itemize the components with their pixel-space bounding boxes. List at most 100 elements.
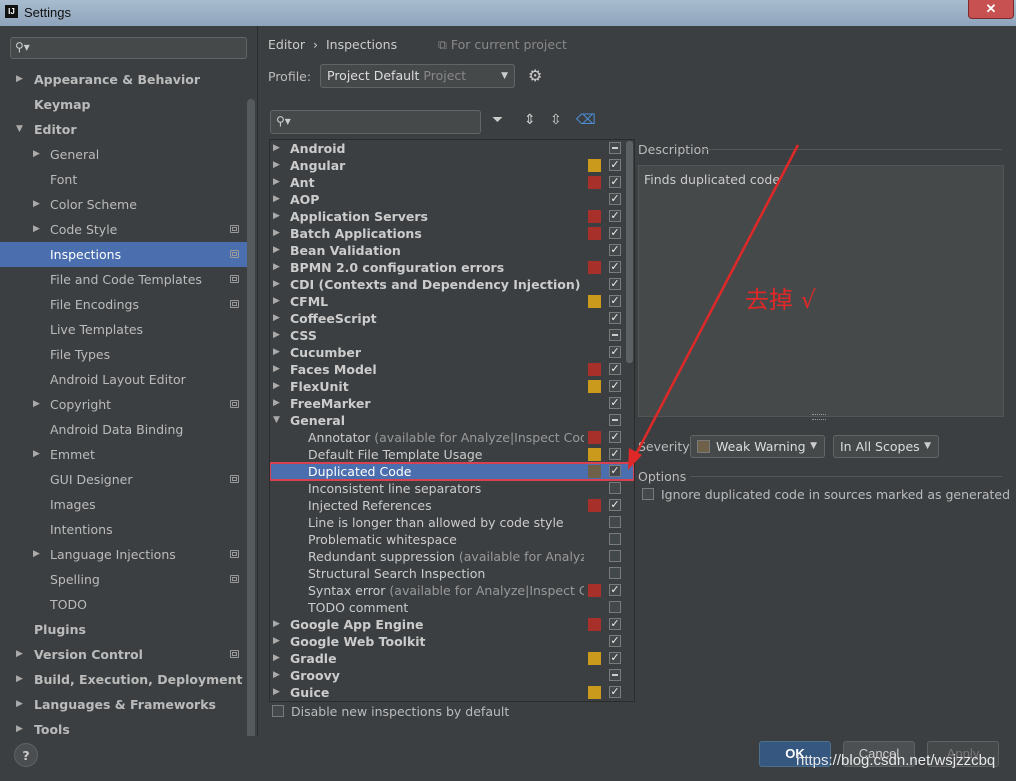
collapsed-arrow-icon[interactable]: ▶: [273, 191, 280, 208]
collapsed-arrow-icon[interactable]: ▶: [33, 392, 40, 417]
inspection-enabled-checkbox[interactable]: ✓: [609, 618, 621, 630]
sidebar-item-live-templates[interactable]: Live Templates: [0, 317, 248, 342]
inspection-row[interactable]: TODO comment: [270, 599, 634, 616]
inspection-group-row[interactable]: ▶ FreeMarker ✓: [270, 395, 634, 412]
inspection-row[interactable]: Annotator (available for Analyze|Inspect…: [270, 429, 634, 446]
inspection-enabled-checkbox[interactable]: ✓: [609, 227, 621, 239]
inspection-group-row[interactable]: ▶ AOP ✓: [270, 191, 634, 208]
inspection-group-row[interactable]: ▶ CDI (Contexts and Dependency Injection)…: [270, 276, 634, 293]
inspection-enabled-checkbox[interactable]: ✓: [609, 380, 621, 392]
collapsed-arrow-icon[interactable]: ▶: [273, 157, 280, 174]
sidebar-item-emmet[interactable]: ▶ Emmet: [0, 442, 248, 467]
collapsed-arrow-icon[interactable]: ▶: [273, 327, 280, 344]
collapsed-arrow-icon[interactable]: ▶: [16, 692, 23, 717]
inspection-row[interactable]: Inconsistent line separators: [270, 480, 634, 497]
inspection-enabled-checkbox[interactable]: [609, 414, 621, 426]
sidebar-item-font[interactable]: Font: [0, 167, 248, 192]
inspection-group-row[interactable]: ▶ Ant ✓: [270, 174, 634, 191]
collapsed-arrow-icon[interactable]: ▶: [273, 395, 280, 412]
inspection-enabled-checkbox[interactable]: [609, 482, 621, 494]
inspection-enabled-checkbox[interactable]: ✓: [609, 363, 621, 375]
sidebar-item-android-data-binding[interactable]: Android Data Binding: [0, 417, 248, 442]
sidebar-item-android-layout-editor[interactable]: Android Layout Editor: [0, 367, 248, 392]
collapsed-arrow-icon[interactable]: ▶: [33, 192, 40, 217]
inspection-enabled-checkbox[interactable]: ✓: [609, 499, 621, 511]
inspection-enabled-checkbox[interactable]: ✓: [609, 159, 621, 171]
panel-divider[interactable]: [257, 26, 258, 736]
sidebar-item-editor[interactable]: ▼ Editor: [0, 117, 248, 142]
inspection-enabled-checkbox[interactable]: [609, 550, 621, 562]
collapse-all-icon[interactable]: ⇳: [550, 112, 562, 128]
inspection-group-row[interactable]: ▶ Gradle ✓: [270, 650, 634, 667]
inspection-enabled-checkbox[interactable]: ✓: [609, 652, 621, 664]
collapsed-arrow-icon[interactable]: ▶: [273, 225, 280, 242]
collapsed-arrow-icon[interactable]: ▶: [273, 344, 280, 361]
sidebar-item-gui-designer[interactable]: GUI Designer: [0, 467, 248, 492]
inspection-enabled-checkbox[interactable]: ✓: [609, 261, 621, 273]
reset-eraser-icon[interactable]: ⌫: [576, 112, 596, 128]
inspection-enabled-checkbox[interactable]: ✓: [609, 397, 621, 409]
sidebar-item-keymap[interactable]: Keymap: [0, 92, 248, 117]
collapsed-arrow-icon[interactable]: ▶: [33, 442, 40, 467]
inspection-enabled-checkbox[interactable]: ✓: [609, 193, 621, 205]
inspection-group-row[interactable]: ▶ Angular ✓: [270, 157, 634, 174]
collapsed-arrow-icon[interactable]: ▶: [273, 616, 280, 633]
sidebar-scrollbar[interactable]: [247, 99, 255, 749]
collapsed-arrow-icon[interactable]: ▶: [273, 174, 280, 191]
inspection-group-row[interactable]: ▶ CFML ✓: [270, 293, 634, 310]
inspection-row[interactable]: Structural Search Inspection: [270, 565, 634, 582]
sidebar-item-language-injections[interactable]: ▶ Language Injections: [0, 542, 248, 567]
sidebar-item-build-execution-deployment[interactable]: ▶ Build, Execution, Deployment: [0, 667, 248, 692]
ignore-generated-checkbox[interactable]: [642, 488, 654, 500]
inspection-enabled-checkbox[interactable]: [609, 533, 621, 545]
close-button[interactable]: ✕: [968, 0, 1014, 19]
resize-grip[interactable]: [812, 414, 826, 420]
collapsed-arrow-icon[interactable]: ▶: [273, 633, 280, 650]
inspection-group-row[interactable]: ▶ Faces Model ✓: [270, 361, 634, 378]
sidebar-item-copyright[interactable]: ▶ Copyright: [0, 392, 248, 417]
inspection-enabled-checkbox[interactable]: [609, 329, 621, 341]
inspection-enabled-checkbox[interactable]: [609, 516, 621, 528]
inspection-enabled-checkbox[interactable]: ✓: [609, 244, 621, 256]
sidebar-item-intentions[interactable]: Intentions: [0, 517, 248, 542]
inspection-group-row[interactable]: ▶ Guice ✓: [270, 684, 634, 701]
inspection-enabled-checkbox[interactable]: ✓: [609, 465, 621, 477]
collapsed-arrow-icon[interactable]: ▶: [33, 217, 40, 242]
inspection-enabled-checkbox[interactable]: [609, 142, 621, 154]
collapsed-arrow-icon[interactable]: ▶: [273, 310, 280, 327]
inspection-group-row[interactable]: ▼ General: [270, 412, 634, 429]
sidebar-item-file-encodings[interactable]: File Encodings: [0, 292, 248, 317]
sidebar-search-input[interactable]: ⚲▾: [10, 37, 247, 59]
collapsed-arrow-icon[interactable]: ▶: [273, 140, 280, 157]
collapsed-arrow-icon[interactable]: ▶: [273, 293, 280, 310]
inspection-row[interactable]: Duplicated Code ✓: [270, 462, 634, 481]
inspection-group-row[interactable]: ▶ Groovy: [270, 667, 634, 684]
collapsed-arrow-icon[interactable]: ▶: [273, 259, 280, 276]
collapsed-arrow-icon[interactable]: ▶: [273, 276, 280, 293]
inspection-group-row[interactable]: ▶ Google Web Toolkit ✓: [270, 633, 634, 650]
inspection-group-row[interactable]: ▶ FlexUnit ✓: [270, 378, 634, 395]
sidebar-item-languages-frameworks[interactable]: ▶ Languages & Frameworks: [0, 692, 248, 717]
sidebar-item-inspections[interactable]: Inspections: [0, 242, 248, 267]
inspection-group-row[interactable]: ▶ Cucumber ✓: [270, 344, 634, 361]
sidebar-item-color-scheme[interactable]: ▶ Color Scheme: [0, 192, 248, 217]
inspection-row[interactable]: Injected References ✓: [270, 497, 634, 514]
inspection-enabled-checkbox[interactable]: ✓: [609, 448, 621, 460]
collapsed-arrow-icon[interactable]: ▶: [273, 650, 280, 667]
inspection-group-row[interactable]: ▶ Google App Engine ✓: [270, 616, 634, 633]
collapsed-arrow-icon[interactable]: ▶: [273, 667, 280, 684]
inspection-group-row[interactable]: ▶ Bean Validation ✓: [270, 242, 634, 259]
expanded-arrow-icon[interactable]: ▼: [273, 412, 280, 429]
sidebar-item-plugins[interactable]: Plugins: [0, 617, 248, 642]
inspection-enabled-checkbox[interactable]: ✓: [609, 431, 621, 443]
inspection-enabled-checkbox[interactable]: ✓: [609, 278, 621, 290]
inspection-group-row[interactable]: ▶ CSS: [270, 327, 634, 344]
profile-select[interactable]: Project Default Project ▼: [320, 64, 515, 88]
sidebar-item-code-style[interactable]: ▶ Code Style: [0, 217, 248, 242]
disable-new-checkbox[interactable]: [272, 705, 284, 717]
sidebar-item-appearance-behavior[interactable]: ▶ Appearance & Behavior: [0, 67, 248, 92]
collapsed-arrow-icon[interactable]: ▶: [273, 361, 280, 378]
severity-select[interactable]: Weak Warning ▼: [690, 435, 825, 458]
sidebar-item-images[interactable]: Images: [0, 492, 248, 517]
collapsed-arrow-icon[interactable]: ▶: [16, 642, 23, 667]
